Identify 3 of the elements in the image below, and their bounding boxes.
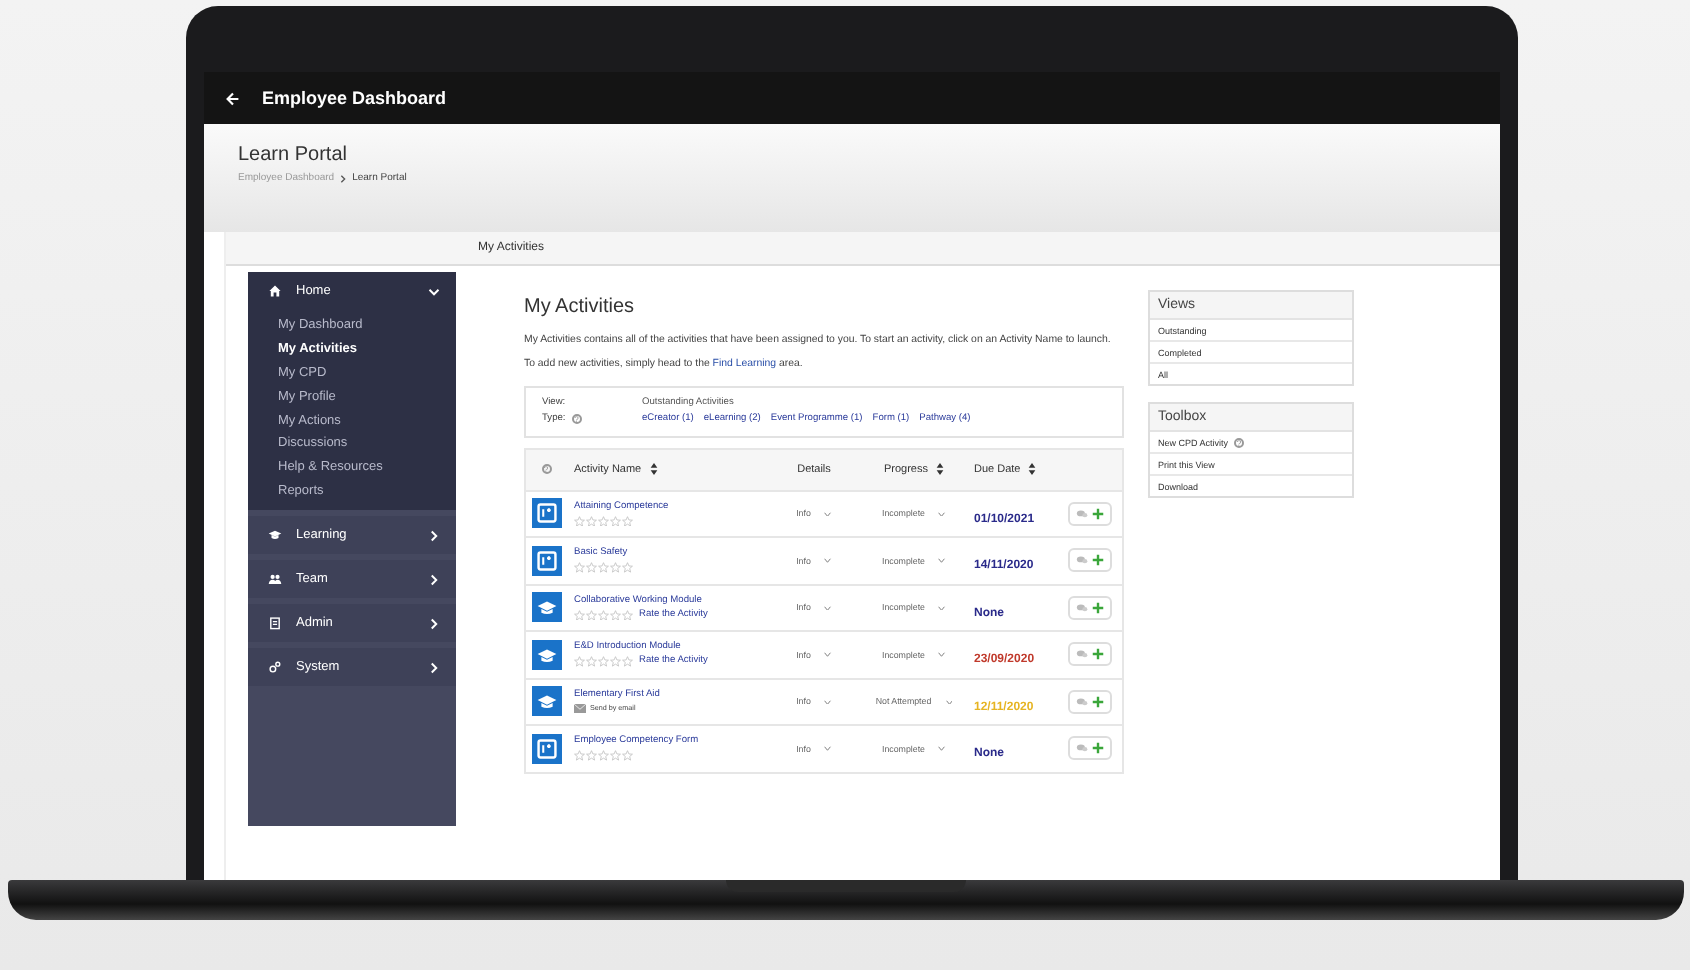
section-heading: My Activities — [524, 296, 637, 318]
app-title: Employee Dashboard — [262, 88, 447, 108]
page-title: Learn Portal — [238, 144, 349, 166]
